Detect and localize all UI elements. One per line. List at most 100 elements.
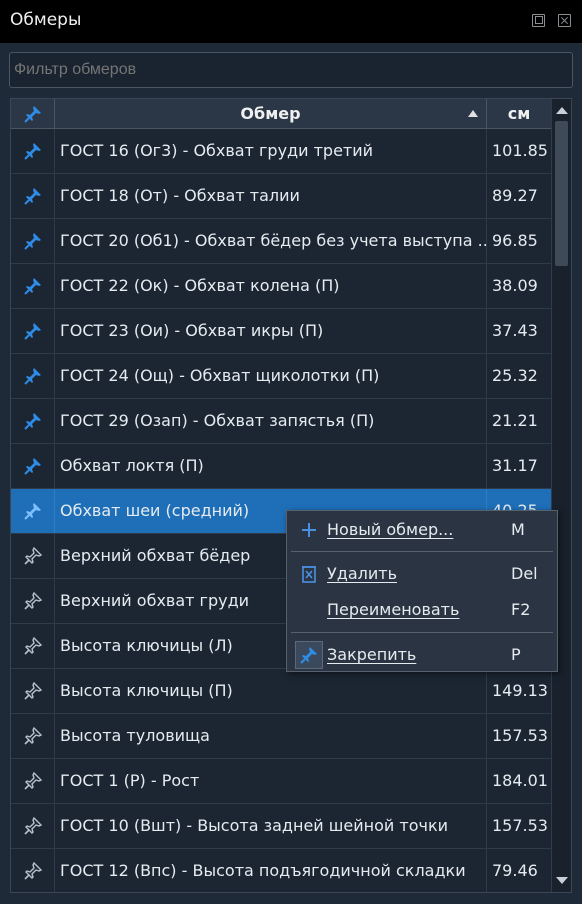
scroll-thumb[interactable] (555, 121, 568, 266)
menu-shortcut: P (511, 645, 521, 664)
table-row[interactable]: ГОСТ 1 (Р) - Рост 184.01 (11, 759, 551, 804)
table-row[interactable]: ГОСТ 16 (Ог3) - Обхват груди третий 101.8… (11, 129, 551, 174)
measurement-name: ГОСТ 12 (Впс) - Высота подъягодичной скл… (55, 849, 487, 892)
measurement-value: 157.53 (492, 726, 548, 745)
pin-cell[interactable] (11, 219, 55, 263)
measurement-name: ГОСТ 10 (Вшт) - Высота задней шейной точ… (55, 804, 487, 848)
table-row[interactable]: ГОСТ 23 (Ои) - Обхват икры (П) 37.43 (11, 309, 551, 354)
measurement-value: 96.85 (492, 231, 538, 250)
filter-input[interactable] (9, 52, 573, 88)
menu-shortcut: F2 (511, 600, 531, 619)
menu-label: Новый обмер... (327, 520, 454, 539)
scroll-up-icon[interactable] (556, 107, 568, 114)
unpinned-icon (24, 861, 43, 880)
pin-cell[interactable] (11, 714, 55, 758)
unpinned-icon (24, 771, 43, 790)
measurement-name: ГОСТ 29 (Озап) - Обхват запястья (П) (55, 399, 487, 443)
header-name-label: Обмер (240, 104, 301, 123)
unpinned-icon (24, 816, 43, 835)
measurement-value: 89.27 (492, 186, 538, 205)
restore-button[interactable] (532, 14, 545, 27)
header-name[interactable]: Обмер (55, 99, 487, 128)
menu-item-pin[interactable]: Закрепить P (287, 637, 557, 673)
menu-label: Закрепить (327, 645, 417, 664)
menu-item-rename[interactable]: Переименовать F2 (287, 592, 557, 628)
pin-icon (300, 647, 317, 664)
unpinned-icon (24, 636, 43, 655)
pin-cell[interactable] (11, 309, 55, 353)
pin-cell[interactable] (11, 759, 55, 803)
sort-ascending-icon (468, 110, 478, 117)
header-cm[interactable]: см (487, 99, 551, 128)
plus-icon (302, 523, 316, 537)
pin-cell[interactable] (11, 264, 55, 308)
pin-cell[interactable] (11, 354, 55, 398)
measurement-value: 38.09 (492, 276, 538, 295)
measurement-name: Высота ключицы (П) (55, 669, 487, 713)
measurement-name: ГОСТ 22 (Ок) - Обхват колена (П) (55, 264, 487, 308)
measurement-value: 184.01 (492, 771, 548, 790)
measurement-value: 21.21 (492, 411, 538, 430)
menu-shortcut: M (511, 520, 525, 539)
pin-icon (24, 368, 41, 385)
pin-icon (24, 503, 41, 520)
scroll-down-icon[interactable] (556, 877, 568, 884)
pin-cell[interactable] (11, 624, 55, 668)
unpinned-icon (24, 591, 43, 610)
measurement-name: ГОСТ 23 (Ои) - Обхват икры (П) (55, 309, 487, 353)
pin-cell[interactable] (11, 444, 55, 488)
table-row[interactable]: ГОСТ 10 (Вшт) - Высота задней шейной точ… (11, 804, 551, 849)
header-pin-column[interactable] (11, 99, 55, 128)
menu-separator (291, 632, 553, 633)
table-row[interactable]: ГОСТ 29 (Озап) - Обхват запястья (П) 21.2… (11, 399, 551, 444)
menu-separator (291, 551, 553, 552)
table-row[interactable]: Высота туловища 157.53 (11, 714, 551, 759)
pin-icon (24, 278, 41, 295)
measurements-table: Обмер см ГОСТ 16 (Ог3) - Обхват груди тр… (10, 98, 572, 893)
measurement-name: ГОСТ 20 (Об1) - Обхват бёдер без учета в… (55, 219, 487, 263)
pin-cell[interactable] (11, 669, 55, 713)
pin-cell[interactable] (11, 489, 55, 533)
pin-icon (24, 106, 41, 123)
measurement-name: ГОСТ 1 (Р) - Рост (55, 759, 487, 803)
measurement-value: 31.17 (492, 456, 538, 475)
unpinned-icon (24, 726, 43, 745)
pin-icon (24, 188, 41, 205)
close-button[interactable] (558, 14, 571, 27)
table-row[interactable]: ГОСТ 24 (Ощ) - Обхват щиколотки (П) 25.32 (11, 354, 551, 399)
pin-icon (24, 458, 41, 475)
pin-cell[interactable] (11, 534, 55, 578)
measurement-name: ГОСТ 18 (От) - Обхват талии (55, 174, 487, 218)
table-row[interactable]: ГОСТ 18 (От) - Обхват талии 89.27 (11, 174, 551, 219)
table-row[interactable]: ГОСТ 12 (Впс) - Высота подъягодичной скл… (11, 849, 551, 892)
measurement-name: ГОСТ 24 (Ощ) - Обхват щиколотки (П) (55, 354, 487, 398)
menu-label: Переименовать (327, 600, 460, 619)
pin-icon (24, 413, 41, 430)
pin-cell[interactable] (11, 579, 55, 623)
menu-item-delete[interactable]: Удалить Del (287, 556, 557, 592)
menu-item-new-measurement[interactable]: Новый обмер... M (287, 512, 557, 548)
table-row[interactable]: ГОСТ 22 (Ок) - Обхват колена (П) 38.09 (11, 264, 551, 309)
measurement-value: 25.32 (492, 366, 538, 385)
table-row[interactable]: Обхват локтя (П) 31.17 (11, 444, 551, 489)
measurement-name: ГОСТ 16 (Ог3) - Обхват груди третий (55, 129, 487, 173)
pin-cell[interactable] (11, 399, 55, 443)
pin-cell[interactable] (11, 129, 55, 173)
unpinned-icon (24, 681, 43, 700)
pin-cell[interactable] (11, 804, 55, 848)
pin-cell[interactable] (11, 174, 55, 218)
trash-icon (302, 566, 316, 583)
table-row[interactable]: ГОСТ 20 (Об1) - Обхват бёдер без учета в… (11, 219, 551, 264)
context-menu: Новый обмер... M Удалить Del Переименова… (286, 510, 558, 672)
table-header: Обмер см (11, 99, 551, 129)
vertical-scrollbar[interactable] (551, 99, 571, 892)
measurement-value: 149.13 (492, 681, 548, 700)
pin-cell[interactable] (11, 849, 55, 892)
unpinned-icon (24, 546, 43, 565)
measurement-value: 101.85 (492, 141, 548, 160)
measurement-name: Высота туловища (55, 714, 487, 758)
pin-icon (24, 323, 41, 340)
measurement-value: 157.53 (492, 816, 548, 835)
table-row[interactable]: Высота ключицы (П) 149.13 (11, 669, 551, 714)
title-bar: Обмеры (0, 0, 582, 43)
